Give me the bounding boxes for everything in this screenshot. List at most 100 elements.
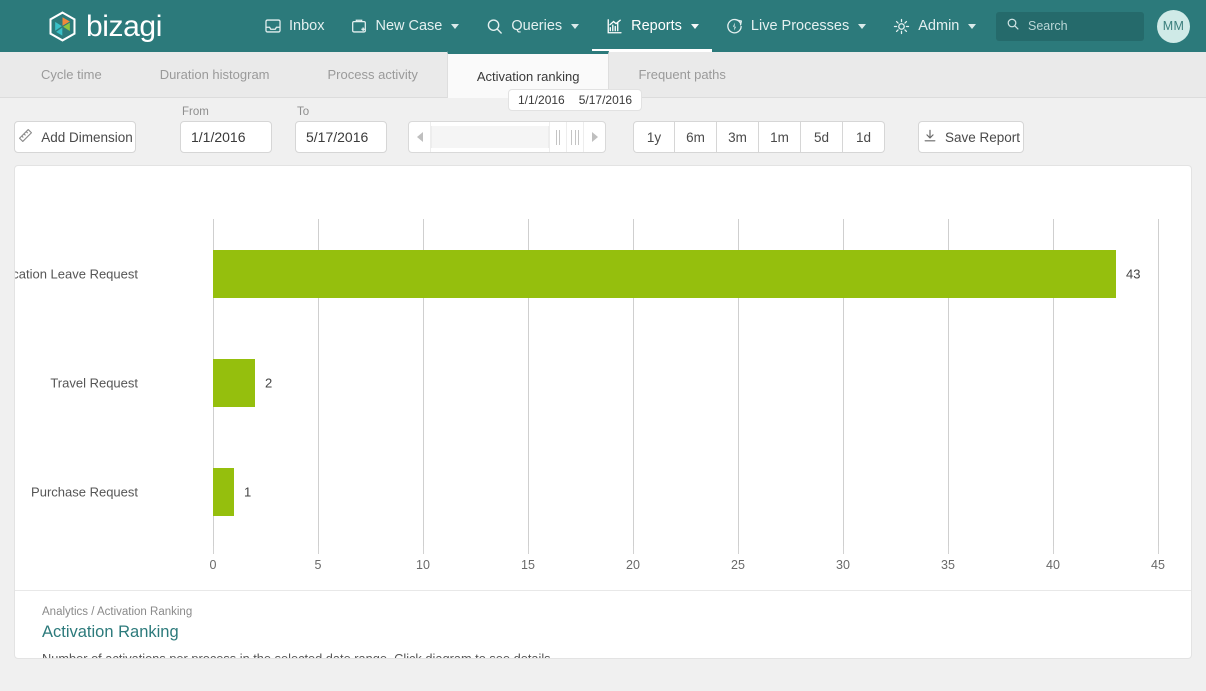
chart-x-tick	[318, 546, 319, 554]
period-button-6m[interactable]: 6m	[675, 121, 717, 153]
chevron-right-icon	[591, 132, 598, 142]
brand-name: bizagi	[86, 10, 162, 43]
to-label: To	[297, 106, 310, 118]
date-range-slider: 1/1/2016 5/17/2016	[408, 89, 643, 153]
period-button-1y[interactable]: 1y	[633, 121, 675, 153]
nav-item-admin[interactable]: Admin	[879, 0, 989, 52]
search-icon	[1006, 17, 1020, 36]
chart-x-tick	[738, 546, 739, 554]
from-label: From	[182, 106, 209, 118]
bizagi-hexagon-icon	[49, 10, 76, 42]
slider-handle-end[interactable]	[566, 122, 583, 152]
chart-x-tick	[1158, 546, 1159, 554]
chart-x-tick	[423, 546, 424, 554]
chevron-left-icon	[416, 132, 423, 142]
chevron-down-icon	[690, 23, 699, 29]
chart-x-tick-label: 40	[1046, 558, 1060, 572]
nav-label-new-case: New Case	[375, 18, 443, 34]
search-box[interactable]	[996, 11, 1144, 41]
slider-track[interactable]	[431, 126, 549, 148]
chart-x-tick-label: 25	[731, 558, 745, 572]
inbox-icon	[264, 17, 282, 35]
chart-bar[interactable]	[213, 358, 255, 407]
period-button-1d[interactable]: 1d	[843, 121, 885, 153]
ruler-icon	[17, 127, 34, 147]
chart-plot-area[interactable]: 43 Vacation Leave Request 2 Travel Request 1…	[15, 219, 1159, 546]
chart-x-tick	[948, 546, 949, 554]
chart-bar-value: 2	[265, 375, 273, 390]
nav-item-inbox[interactable]: Inbox	[251, 0, 337, 52]
from-date-input[interactable]	[180, 121, 272, 153]
chart-x-tick-label: 0	[209, 558, 217, 572]
chart-icon	[605, 17, 624, 36]
page-title: Activation Ranking	[42, 623, 179, 641]
chart-x-axis: 0 5 10 15 20 25 30 35 40 45	[209, 546, 1165, 578]
chart-card: 43 Vacation Leave Request 2 Travel Request 1…	[14, 165, 1192, 659]
nav-label-live-processes: Live Processes	[750, 18, 850, 34]
tab-cycle-time[interactable]: Cycle time	[12, 51, 131, 97]
chart-x-tick	[1053, 546, 1054, 554]
nav-item-queries[interactable]: Queries	[472, 0, 592, 52]
chart-bar[interactable]	[213, 467, 234, 516]
chart-x-tick-label: 5	[314, 558, 322, 572]
from-date-group: From	[180, 106, 272, 153]
period-button-1m[interactable]: 1m	[759, 121, 801, 153]
report-toolbar: Add Dimension From To 1/1/2016 5/17/2016	[0, 89, 1206, 165]
main-nav: Inbox New Case Queries Reports Live Proc…	[251, 0, 989, 52]
report-footer: Analytics / Activation Ranking Activatio…	[42, 606, 555, 659]
chart-x-tick	[213, 546, 214, 554]
nav-item-reports[interactable]: Reports	[592, 0, 712, 52]
page-description: Number of activations per process in the…	[42, 651, 555, 659]
chart-x-tick-label: 30	[836, 558, 850, 572]
chart-x-tick-label: 20	[626, 558, 640, 572]
chart-category-label: Vacation Leave Request	[15, 266, 138, 281]
avatar[interactable]: MM	[1157, 9, 1190, 43]
nav-label-inbox: Inbox	[288, 18, 325, 34]
chart-x-tick-label: 15	[521, 558, 535, 572]
tab-process-activity[interactable]: Process activity	[299, 51, 447, 97]
new-case-icon	[350, 17, 368, 35]
chart-x-tick	[633, 546, 634, 554]
search-icon	[485, 17, 504, 36]
slider-range-tooltip: 1/1/2016 5/17/2016	[508, 89, 643, 111]
header-right-group: MM	[996, 9, 1190, 43]
chevron-down-icon	[571, 23, 580, 29]
save-report-button[interactable]: Save Report	[918, 121, 1024, 153]
chart-bar[interactable]	[213, 249, 1116, 298]
add-dimension-label: Add Dimension	[41, 129, 133, 145]
chart-gridline	[1158, 219, 1159, 546]
chevron-down-icon	[451, 23, 460, 29]
search-input[interactable]	[1028, 19, 1134, 33]
chart-x-tick	[528, 546, 529, 554]
slider-tooltip-to: 5/17/2016	[578, 93, 633, 107]
chart-category-label: Travel Request	[50, 375, 138, 390]
app-header: bizagi Inbox New Case Queries Reports Li…	[0, 0, 1206, 52]
to-date-group: To	[295, 106, 387, 153]
slider-prev-button[interactable]	[409, 122, 431, 152]
chevron-down-icon	[968, 23, 977, 29]
slider-control[interactable]	[408, 121, 606, 153]
brand-logo[interactable]: bizagi	[48, 10, 162, 43]
chevron-down-icon	[858, 23, 867, 29]
chart-x-tick-label: 10	[416, 558, 430, 572]
slider-next-button[interactable]	[583, 122, 605, 152]
period-button-3m[interactable]: 3m	[717, 121, 759, 153]
live-processes-icon	[725, 17, 744, 36]
nav-label-queries: Queries	[511, 18, 563, 34]
download-icon	[922, 128, 938, 147]
chart-bar-value: 1	[244, 484, 252, 499]
add-dimension-button[interactable]: Add Dimension	[14, 121, 136, 153]
gear-icon	[892, 17, 911, 36]
nav-item-live-processes[interactable]: Live Processes	[712, 0, 879, 52]
chart-category-label: Purchase Request	[31, 484, 138, 499]
card-divider	[15, 590, 1191, 591]
chart-x-tick-label: 35	[941, 558, 955, 572]
period-button-5d[interactable]: 5d	[801, 121, 843, 153]
nav-item-new-case[interactable]: New Case	[337, 0, 472, 52]
activation-ranking-chart[interactable]: 43 Vacation Leave Request 2 Travel Request 1…	[15, 166, 1191, 572]
period-button-group: 1y 6m 3m 1m 5d 1d	[633, 121, 885, 153]
to-date-input[interactable]	[295, 121, 387, 153]
nav-label-admin: Admin	[918, 18, 960, 34]
slider-handle-start[interactable]	[549, 122, 566, 152]
tab-duration-histogram[interactable]: Duration histogram	[131, 51, 299, 97]
